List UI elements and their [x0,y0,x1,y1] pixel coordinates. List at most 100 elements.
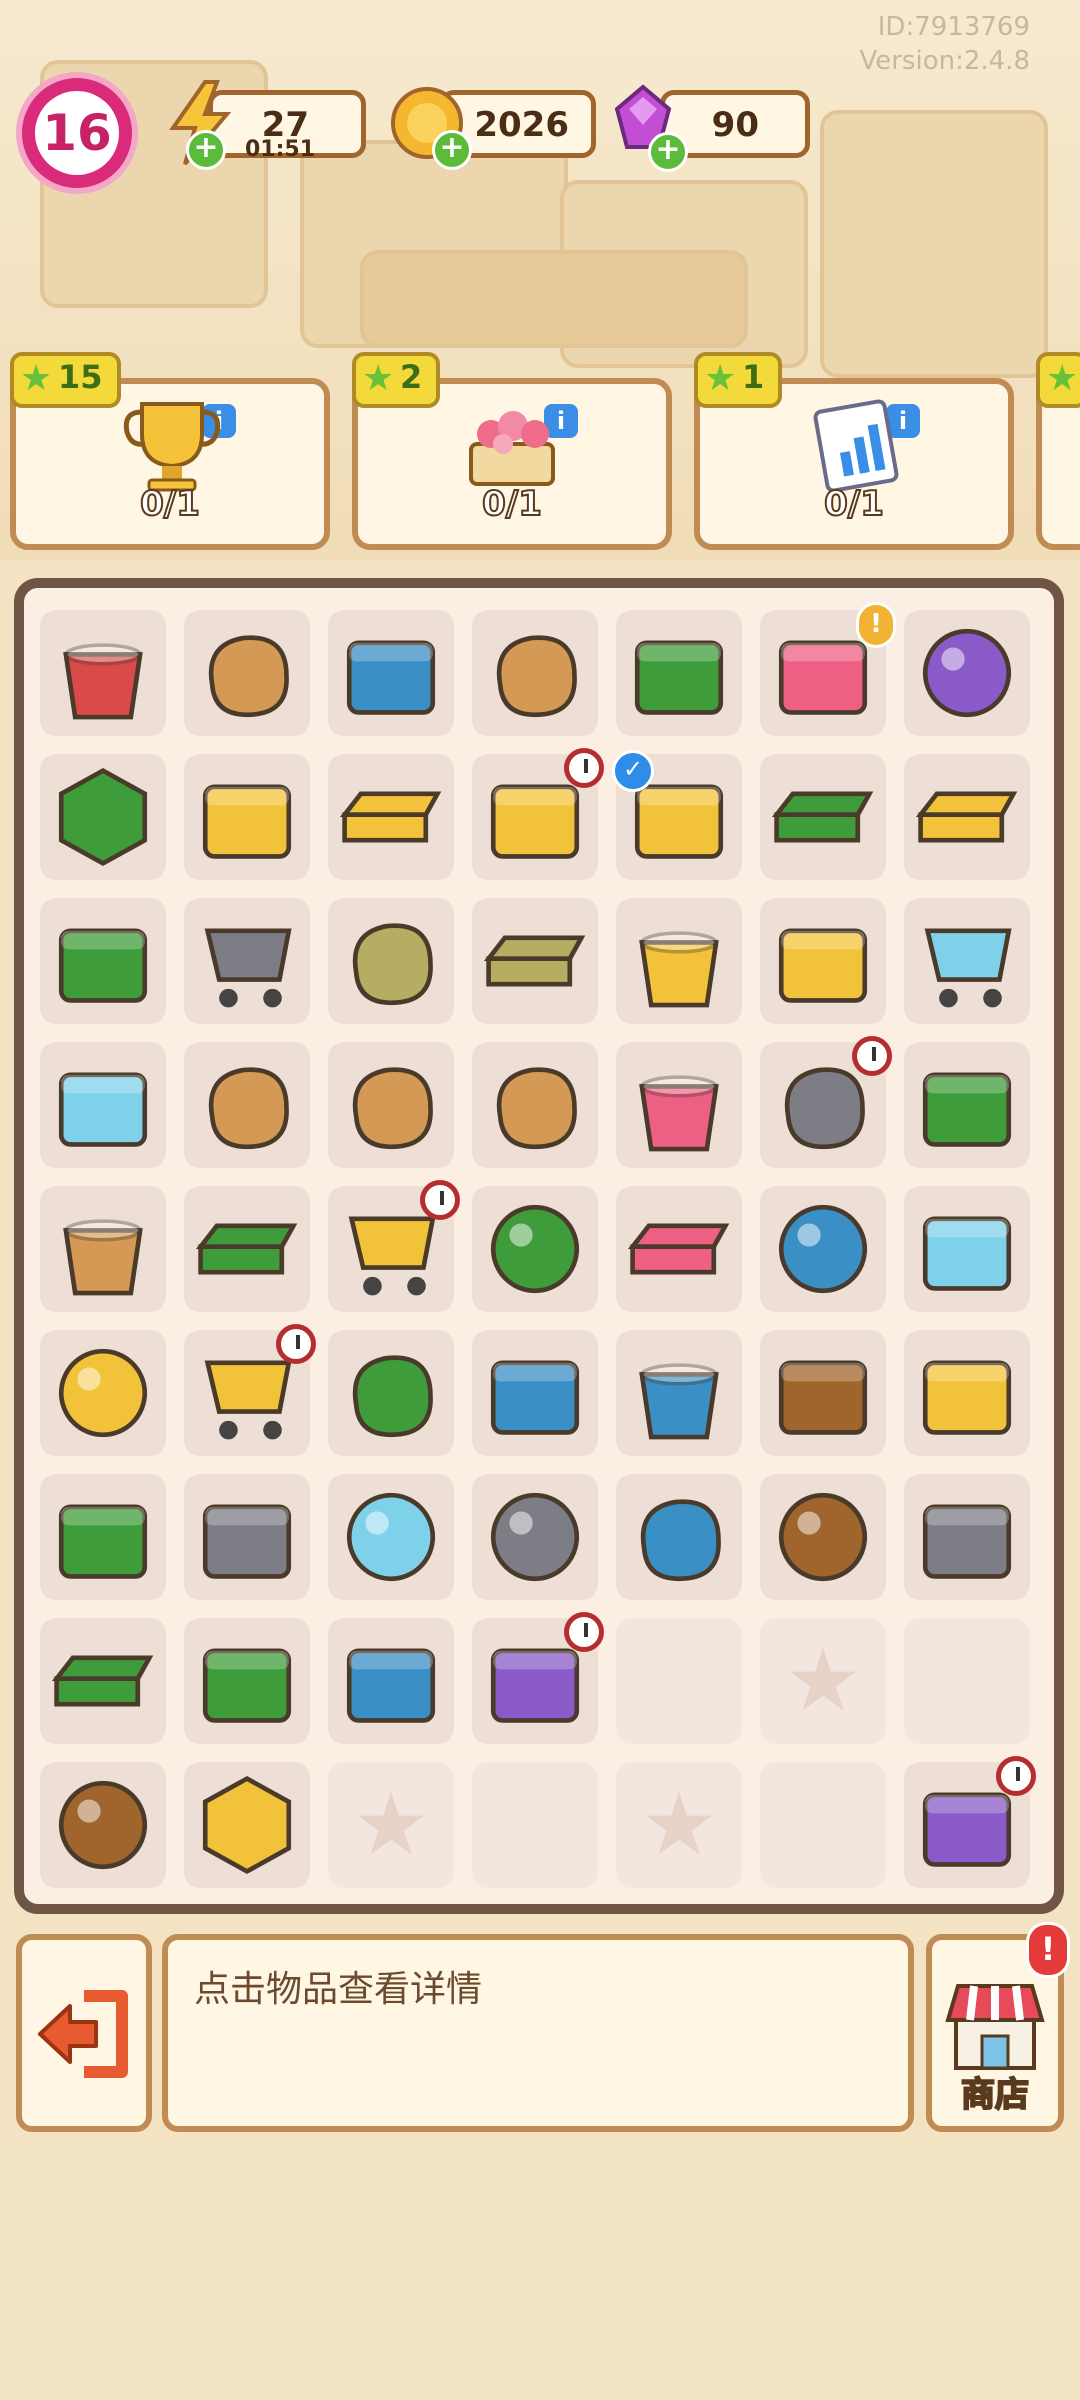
grid-cell[interactable] [184,754,310,880]
check-icon: ✓ [612,750,654,792]
shop-label: 商店 [960,2074,1030,2116]
clay-piece-3-icon [472,1042,598,1168]
alert-icon: ! [856,602,896,648]
grid-cell[interactable] [472,610,598,736]
yarn-ball-icon [760,1474,886,1600]
grid-cell[interactable] [184,610,310,736]
grid-cell-empty[interactable] [472,1762,598,1888]
grid-cell[interactable] [616,1186,742,1312]
exit-button[interactable] [16,1934,152,2132]
grid-cell[interactable] [184,1762,310,1888]
hamster-sleeping-bag-icon [184,610,310,736]
grid-cell[interactable] [904,1042,1030,1168]
grid-cell[interactable] [472,1042,598,1168]
grid-cell[interactable] [40,1330,166,1456]
green-machine-icon [904,1042,1030,1168]
player-level-badge[interactable]: 16 [16,72,138,194]
energy-plus-button[interactable]: + [186,130,226,170]
locked-star-icon: ★ [640,1775,718,1875]
version-info: ID:7913769 Version:2.4.8 [859,10,1030,78]
grid-cell[interactable] [184,1324,316,1456]
blue-shopping-cart-icon [904,898,1030,1024]
grid-cell[interactable] [760,1330,886,1456]
grid-cell[interactable] [328,1474,454,1600]
grid-cell[interactable] [472,1612,604,1744]
grid-cell[interactable] [40,1762,166,1888]
grid-cell[interactable] [40,610,166,736]
grid-cell[interactable] [904,1474,1030,1600]
grid-cell[interactable] [616,1474,742,1600]
grid-cell[interactable] [904,754,1030,880]
grid-cell[interactable] [40,754,166,880]
grid-cell[interactable] [472,1186,598,1312]
grid-cell[interactable]: ! [760,602,896,736]
grid-cell[interactable] [184,1474,310,1600]
grid-cell-empty[interactable] [904,1618,1030,1744]
green-glove-icon [328,1330,454,1456]
grid-cell[interactable] [328,610,454,736]
grid-cell[interactable] [472,748,604,880]
grid-cell[interactable] [328,754,454,880]
grid-cell-empty[interactable] [760,1762,886,1888]
grid-cell[interactable] [40,1618,166,1744]
grid-cell[interactable] [472,898,598,1024]
grid-cell[interactable] [904,1330,1030,1456]
quest-stars-badge: ★ 15 [10,352,121,408]
grid-cell[interactable] [904,898,1030,1024]
quest-progress: 0/1 [139,483,201,525]
green-toolbox-full-icon [40,898,166,1024]
grid-cell[interactable] [184,1042,310,1168]
grid-cell[interactable] [760,1474,886,1600]
yellow-basket-open-icon [184,754,310,880]
quest-card-2[interactable]: ★ 2 i 0/1 [352,352,672,550]
grid-cell[interactable] [472,1474,598,1600]
paper-notebook-icon [40,1042,166,1168]
quest-card-1[interactable]: ★ 15 i 0/1 [10,352,330,550]
quest-stars-value: 2 [400,358,423,396]
quest-stars-badge: ★ [1036,352,1080,408]
grid-cell[interactable] [616,1330,742,1456]
pink-dustpan-icon [616,1186,742,1312]
grid-cell[interactable] [904,1186,1030,1312]
grid-cell[interactable] [616,1042,742,1168]
grid-cell[interactable] [328,1618,454,1744]
grid-cell[interactable] [40,1186,166,1312]
gem-plus-button[interactable]: + [648,132,688,172]
grid-cell[interactable] [760,1186,886,1312]
grid-cell[interactable] [184,898,310,1024]
grid-cell[interactable] [184,1186,310,1312]
grid-cell[interactable] [904,1756,1036,1888]
grid-cell[interactable] [616,610,742,736]
grid-cell[interactable]: ✓ [612,750,742,880]
grid-cell-empty[interactable]: ★ [328,1762,454,1888]
grid-cell[interactable] [760,898,886,1024]
trophy-icon [112,394,232,494]
grid-cell[interactable] [328,1180,460,1312]
grid-cell[interactable] [328,1042,454,1168]
quest-card-3[interactable]: ★ 1 i 0/1 [694,352,1014,550]
grid-cell[interactable] [40,1474,166,1600]
grid-cell[interactable] [760,1036,892,1168]
crystal-badge-icon [328,1474,454,1600]
grid-cell-empty[interactable]: ★ [760,1618,886,1744]
quest-stars-badge: ★ 1 [694,352,783,408]
grid-cell[interactable] [472,1330,598,1456]
grid-cell[interactable] [904,610,1030,736]
grid-cell-empty[interactable] [616,1618,742,1744]
burlap-sacks-icon [328,898,454,1024]
green-handle-icon [184,1186,310,1312]
grid-cell[interactable] [40,898,166,1024]
quest-card-4-partial[interactable]: ★ [1036,352,1080,550]
timer-icon [852,1036,892,1076]
quest-stars-value: 1 [742,358,765,396]
grid-cell[interactable] [328,1330,454,1456]
star-icon: ★ [362,358,395,399]
grid-cell[interactable] [40,1042,166,1168]
energy-timer: 01:51 [244,137,315,162]
coin-plus-button[interactable]: + [432,130,472,170]
grid-cell[interactable] [616,898,742,1024]
grid-cell[interactable] [328,898,454,1024]
grid-cell[interactable] [184,1618,310,1744]
grid-cell-empty[interactable]: ★ [616,1762,742,1888]
grid-cell[interactable] [760,754,886,880]
